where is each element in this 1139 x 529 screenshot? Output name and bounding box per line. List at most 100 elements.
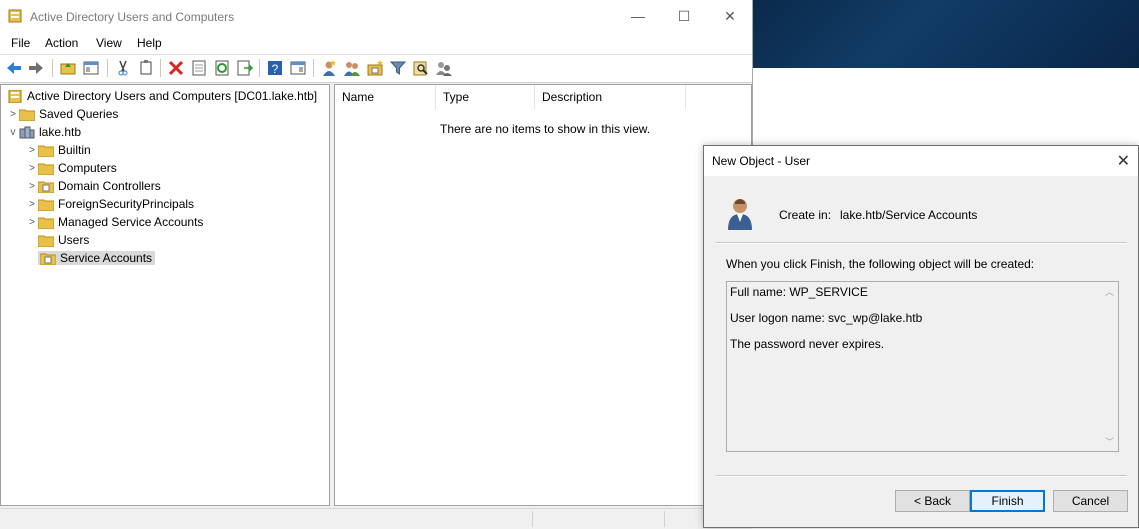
refresh-icon[interactable]	[213, 59, 231, 77]
folder-icon	[38, 199, 54, 211]
user-icon	[728, 199, 752, 230]
menu-bar: File Action View Help	[0, 33, 752, 54]
tree-root-label: Active Directory Users and Computers [DC…	[27, 89, 318, 103]
tree-item-computers[interactable]: > Computers	[26, 159, 117, 177]
new-object-user-dialog: New Object - User ✕ Create in: lake.htb/…	[703, 145, 1139, 528]
maximize-icon: ☐	[677, 7, 691, 24]
new-user-icon[interactable]	[320, 59, 338, 77]
create-in-path: lake.htb/Service Accounts	[840, 208, 978, 222]
scroll-up-icon[interactable]: ︿	[1105, 285, 1114, 298]
dialog-title-bar[interactable]: New Object - User ✕	[704, 146, 1138, 176]
menu-help[interactable]: Help	[137, 36, 162, 50]
chevron-right-icon[interactable]: >	[7, 109, 19, 120]
find-icon[interactable]	[412, 59, 430, 77]
filter-icon[interactable]	[389, 59, 407, 77]
close-icon: ✕	[724, 7, 736, 24]
tree-item-builtin[interactable]: > Builtin	[26, 141, 91, 159]
back-button[interactable]: < Back	[895, 490, 970, 512]
folder-icon	[19, 109, 35, 121]
details-pane[interactable]: Name Type Description There are no items…	[334, 84, 752, 506]
forward-arrow-icon[interactable]	[27, 59, 45, 77]
console-tree[interactable]: Active Directory Users and Computers [DC…	[0, 84, 330, 506]
toolbar: ?	[0, 54, 752, 83]
up-folder-icon[interactable]	[59, 59, 77, 77]
maximize-button[interactable]: ☐	[661, 0, 707, 32]
new-ou-icon[interactable]	[366, 59, 384, 77]
show-console-tree-icon[interactable]	[82, 59, 100, 77]
back-arrow-icon[interactable]	[5, 59, 23, 77]
folder-icon	[38, 235, 54, 247]
scroll-down-icon[interactable]: ﹀	[1105, 435, 1114, 448]
create-in-label: Create in:	[779, 208, 832, 222]
tree-item-foreign-security-principals[interactable]: > ForeignSecurityPrincipals	[26, 195, 194, 213]
toolbar-separator	[259, 59, 260, 77]
tree-item-domain[interactable]: v lake.htb	[7, 123, 82, 141]
cancel-button[interactable]: Cancel	[1053, 490, 1128, 512]
finish-button-label: Finish	[991, 494, 1024, 508]
chevron-right-icon[interactable]: >	[26, 163, 38, 174]
tree-item-label: Users	[58, 233, 90, 247]
close-button[interactable]: ✕	[707, 0, 753, 32]
tree-item-label: Saved Queries	[39, 107, 119, 121]
menu-view[interactable]: View	[96, 36, 122, 50]
column-header-type[interactable]: Type	[436, 85, 535, 109]
finish-instruction: When you click Finish, the following obj…	[726, 257, 1035, 271]
dialog-close-icon[interactable]: ✕	[1117, 151, 1130, 171]
ou-folder-icon	[38, 181, 54, 193]
dialog-title: New Object - User	[712, 154, 811, 168]
window-title: Active Directory Users and Computers	[30, 10, 235, 24]
toolbar-separator	[107, 59, 108, 77]
tree-root[interactable]: Active Directory Users and Computers [DC…	[7, 87, 317, 105]
tree-item-service-accounts[interactable]: Service Accounts	[26, 249, 156, 267]
tree-item-domain-controllers[interactable]: > Domain Controllers	[26, 177, 161, 195]
folder-icon	[38, 163, 54, 175]
dialog-divider	[716, 475, 1127, 477]
new-group-icon[interactable]	[343, 59, 361, 77]
tree-item-saved-queries[interactable]: > Saved Queries	[7, 105, 118, 123]
menu-action[interactable]: Action	[45, 36, 78, 50]
export-list-icon[interactable]	[236, 59, 254, 77]
tree-item-label: ForeignSecurityPrincipals	[58, 197, 195, 211]
folder-icon	[38, 145, 54, 157]
minimize-button[interactable]: —	[615, 0, 661, 32]
svg-text:?: ?	[272, 62, 279, 76]
folder-icon	[38, 217, 54, 229]
toolbar-separator	[160, 59, 161, 77]
summary-full-name: Full name: WP_SERVICE	[730, 285, 868, 299]
copy-icon[interactable]	[137, 59, 155, 77]
summary-textbox[interactable]: Full name: WP_SERVICE User logon name: s…	[726, 281, 1119, 452]
minimize-icon: —	[631, 8, 645, 24]
show-action-pane-icon[interactable]	[289, 59, 307, 77]
tree-item-managed-service-accounts[interactable]: > Managed Service Accounts	[26, 213, 203, 231]
finish-button[interactable]: Finish	[970, 490, 1045, 512]
aduc-window: Active Directory Users and Computers — ☐…	[0, 0, 753, 529]
menu-file[interactable]: File	[11, 36, 30, 50]
dialog-divider	[716, 242, 1127, 244]
status-bar	[0, 508, 752, 529]
tree-item-label: Service Accounts	[60, 251, 153, 265]
title-bar[interactable]: Active Directory Users and Computers — ☐…	[0, 0, 752, 33]
aduc-app-icon	[8, 9, 22, 23]
column-header-name[interactable]: Name	[335, 85, 436, 109]
chevron-right-icon[interactable]: >	[26, 199, 38, 210]
chevron-right-icon[interactable]: >	[26, 181, 38, 192]
empty-list-message: There are no items to show in this view.	[440, 122, 651, 136]
aduc-root-icon	[8, 89, 22, 103]
toolbar-separator	[313, 59, 314, 77]
chevron-right-icon[interactable]: >	[26, 145, 38, 156]
tree-item-label: Managed Service Accounts	[58, 215, 204, 229]
summary-scrollbar[interactable]: ︿ ﹀	[1101, 282, 1118, 451]
properties-icon[interactable]	[190, 59, 208, 77]
tree-item-label: Computers	[58, 161, 117, 175]
column-header-description[interactable]: Description	[535, 85, 686, 109]
chevron-down-icon[interactable]: v	[7, 127, 19, 138]
cut-icon[interactable]	[114, 59, 132, 77]
delete-icon[interactable]	[167, 59, 185, 77]
chevron-right-icon[interactable]: >	[26, 217, 38, 228]
add-to-group-icon[interactable]	[435, 59, 453, 77]
help-icon[interactable]: ?	[266, 59, 284, 77]
tree-item-users[interactable]: Users	[26, 231, 89, 249]
back-button-label: < Back	[913, 494, 952, 508]
ou-folder-icon	[40, 253, 56, 265]
desktop-background	[752, 0, 1139, 68]
